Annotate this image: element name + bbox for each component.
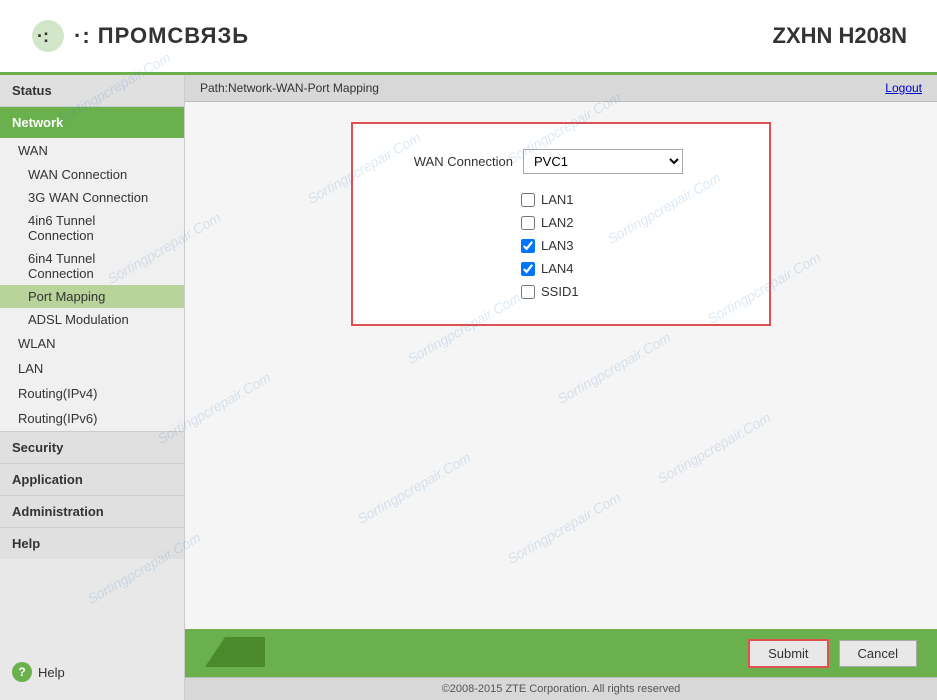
device-title: ZXHN H208N: [773, 23, 907, 49]
sidebar-item-help[interactable]: Help: [0, 527, 184, 559]
sidebar-item-routing-ipv4[interactable]: Routing(IPv4): [0, 381, 184, 406]
lan3-checkbox[interactable]: [521, 239, 535, 253]
sidebar-bottom: ? Help: [0, 559, 184, 700]
sidebar-item-adsl[interactable]: ADSL Modulation: [0, 308, 184, 331]
sidebar-item-security[interactable]: Security: [0, 431, 184, 463]
lan1-label: LAN1: [541, 192, 574, 207]
breadcrumb: Path:Network-WAN-Port Mapping: [200, 81, 379, 95]
lan4-label: LAN4: [541, 261, 574, 276]
sidebar-item-6in4[interactable]: 6in4 Tunnel Connection: [0, 247, 184, 285]
logo-text: ·: ПРОМСВЯЗЬ: [74, 23, 249, 49]
checkbox-lan4: LAN4: [521, 261, 601, 276]
sidebar-item-application[interactable]: Application: [0, 463, 184, 495]
wan-connection-row: WAN Connection PVC1 PVC2 PVC3 PVC4: [383, 149, 739, 174]
sidebar-item-wan-connection[interactable]: WAN Connection: [0, 163, 184, 186]
checkbox-ssid1: SSID1: [521, 284, 601, 299]
sidebar-item-wan[interactable]: WAN: [0, 138, 184, 163]
lan3-label: LAN3: [541, 238, 574, 253]
submit-button[interactable]: Submit: [748, 639, 828, 668]
sidebar-item-3g-wan[interactable]: 3G WAN Connection: [0, 186, 184, 209]
lan4-checkbox[interactable]: [521, 262, 535, 276]
content-area: Path:Network-WAN-Port Mapping Logout WAN…: [185, 75, 937, 700]
checkboxes-area: LAN1 LAN2 LAN3 LAN4: [383, 192, 739, 299]
logo-area: ·: ·: ПРОМСВЯЗЬ: [30, 18, 249, 54]
checkbox-lan2: LAN2: [521, 215, 601, 230]
sidebar-item-status[interactable]: Status: [0, 75, 184, 107]
bottom-bar: Submit Cancel: [185, 629, 937, 677]
help-circle-icon: ?: [12, 662, 32, 682]
content-body: WAN Connection PVC1 PVC2 PVC3 PVC4 LAN1: [185, 102, 937, 629]
wan-connection-select[interactable]: PVC1 PVC2 PVC3 PVC4: [523, 149, 683, 174]
lan2-checkbox[interactable]: [521, 216, 535, 230]
sidebar-help[interactable]: ? Help: [0, 654, 184, 690]
breadcrumb-bar: Path:Network-WAN-Port Mapping Logout: [185, 75, 937, 102]
port-mapping-form: WAN Connection PVC1 PVC2 PVC3 PVC4 LAN1: [351, 122, 771, 326]
sidebar-item-network[interactable]: Network: [0, 107, 184, 138]
copyright-text: ©2008-2015 ZTE Corporation. All rights r…: [442, 683, 681, 695]
ssid1-checkbox[interactable]: [521, 285, 535, 299]
lan1-checkbox[interactable]: [521, 193, 535, 207]
wan-connection-label: WAN Connection: [383, 154, 513, 169]
svg-text:·:: ·:: [37, 26, 49, 46]
logout-link[interactable]: Logout: [885, 81, 922, 95]
sidebar-item-routing-ipv6[interactable]: Routing(IPv6): [0, 406, 184, 431]
checkbox-lan1: LAN1: [521, 192, 601, 207]
sidebar-item-port-mapping[interactable]: Port Mapping: [0, 285, 184, 308]
logo-icon: ·:: [30, 18, 66, 54]
sidebar-item-lan[interactable]: LAN: [0, 356, 184, 381]
footer: ©2008-2015 ZTE Corporation. All rights r…: [185, 677, 937, 700]
cancel-button[interactable]: Cancel: [839, 640, 917, 667]
ssid1-label: SSID1: [541, 284, 579, 299]
sidebar-item-wlan[interactable]: WLAN: [0, 331, 184, 356]
sidebar-item-administration[interactable]: Administration: [0, 495, 184, 527]
sidebar-submenu-network: WAN WAN Connection 3G WAN Connection 4in…: [0, 138, 184, 431]
lan2-label: LAN2: [541, 215, 574, 230]
sidebar-help-label: Help: [38, 665, 65, 680]
sidebar-item-4in6[interactable]: 4in6 Tunnel Connection: [0, 209, 184, 247]
header: ·: ·: ПРОМСВЯЗЬ ZXHN H208N: [0, 0, 937, 75]
sidebar: Status Network WAN WAN Connection 3G WAN…: [0, 75, 185, 700]
checkbox-lan3: LAN3: [521, 238, 601, 253]
